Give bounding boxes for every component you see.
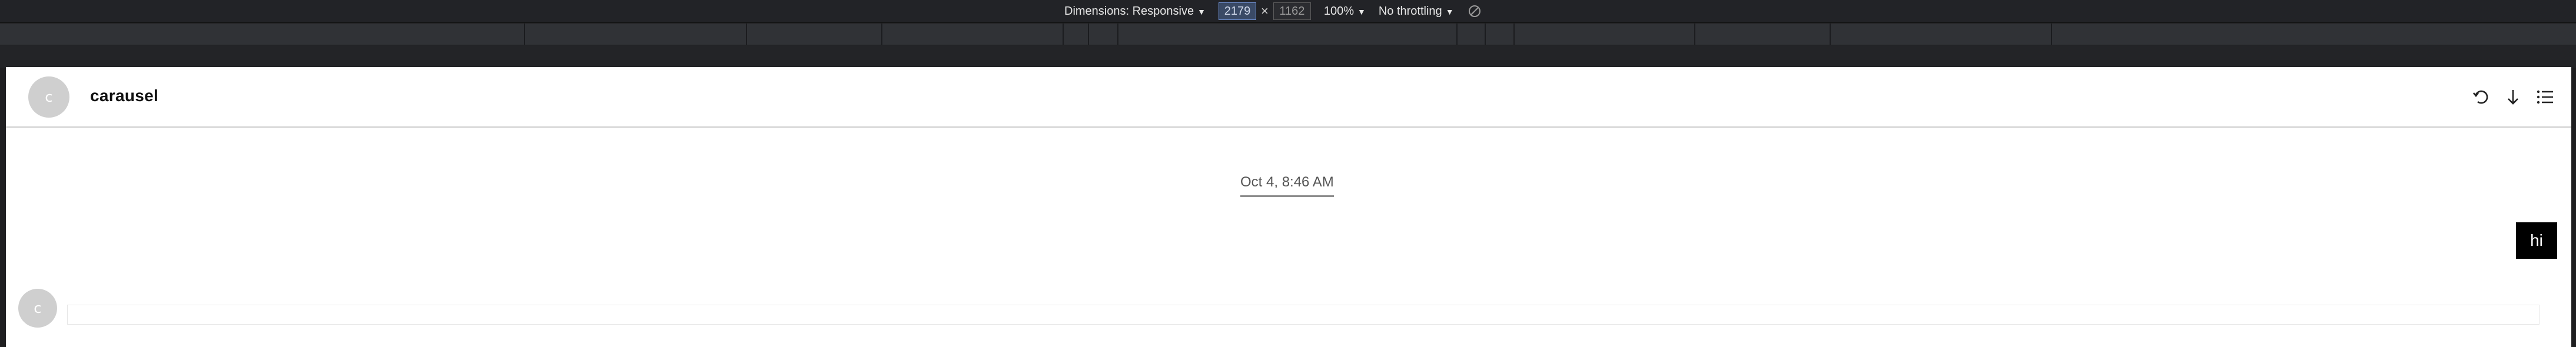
avatar: c <box>28 76 69 118</box>
user-message-bubble: hi <box>2516 222 2557 259</box>
ruler-segment <box>881 24 882 45</box>
ruler-segment <box>2051 24 2052 45</box>
ruler-gap <box>0 45 2576 68</box>
ruler-segment <box>1830 24 1831 45</box>
chevron-down-icon: ▼ <box>1357 6 1366 16</box>
ruler-segment <box>1694 24 1695 45</box>
chevron-down-icon: ▼ <box>1197 6 1206 16</box>
ruler-segment <box>1063 24 1064 45</box>
message-timestamp: Oct 4, 8:46 AM <box>1240 174 1334 197</box>
bot-avatar: c <box>18 289 57 328</box>
page-viewport: c carausel Oct 4, 8:46 AM hi c <box>6 67 2571 347</box>
page-title: carausel <box>90 86 159 105</box>
media-query-ruler[interactable] <box>0 24 2576 45</box>
refresh-icon[interactable] <box>2471 87 2491 107</box>
width-input[interactable]: 2179 <box>1218 2 1256 20</box>
times-icon: × <box>1260 4 1269 18</box>
ruler-segment <box>1117 24 1118 45</box>
chevron-down-icon: ▼ <box>1445 6 1454 16</box>
dimensions-label: Dimensions: Responsive <box>1064 4 1194 18</box>
ruler-segment <box>1485 24 1486 45</box>
ruler-segment <box>1456 24 1458 45</box>
zoom-dropdown[interactable]: 100% ▼ <box>1324 5 1366 18</box>
ruler-segment <box>1088 24 1089 45</box>
ruler-segment <box>746 24 747 45</box>
dimensions-dropdown[interactable]: Dimensions: Responsive ▼ <box>1064 5 1206 18</box>
zoom-label: 100% <box>1323 4 1354 18</box>
download-icon[interactable] <box>2503 87 2523 107</box>
carousel-message[interactable] <box>67 305 2540 325</box>
device-toolbar-controls: Dimensions: Responsive ▼ 2179 × 1162 100%… <box>1064 2 1482 20</box>
throttling-label: No throttling <box>1378 4 1442 18</box>
ruler-segment <box>1513 24 1515 45</box>
height-input[interactable]: 1162 <box>1273 2 1311 20</box>
chat-header: c carausel <box>6 67 2571 128</box>
ruler-segment <box>524 24 525 45</box>
throttling-dropdown[interactable]: No throttling ▼ <box>1379 5 1454 18</box>
list-icon[interactable] <box>2535 87 2555 107</box>
rotate-icon[interactable] <box>1467 4 1482 19</box>
devtools-device-toolbar: Dimensions: Responsive ▼ 2179 × 1162 100%… <box>0 0 2576 23</box>
